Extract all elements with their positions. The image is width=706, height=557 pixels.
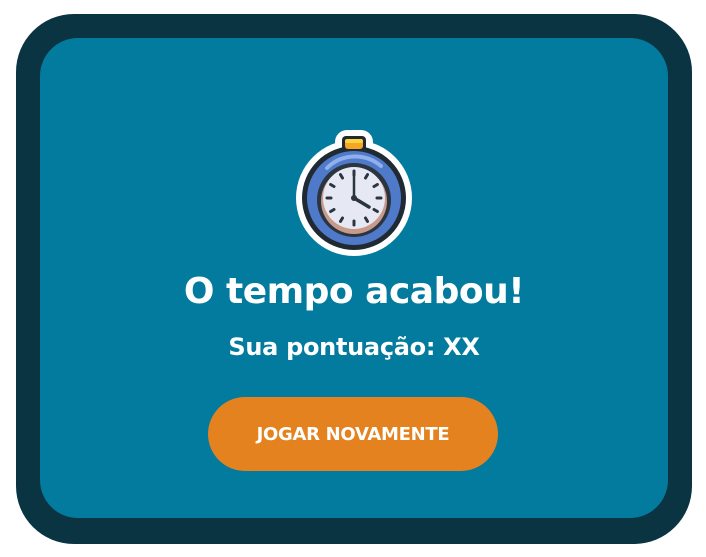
score-text: Sua pontuação: XX <box>228 333 480 361</box>
game-over-dialog-frame: O tempo acabou! Sua pontuação: XX JOGAR … <box>16 14 692 544</box>
stopwatch-icon <box>296 130 412 256</box>
play-again-button[interactable]: JOGAR NOVAMENTE <box>208 397 498 471</box>
game-over-title: O tempo acabou! <box>183 271 525 312</box>
game-over-dialog-panel: O tempo acabou! Sua pontuação: XX JOGAR … <box>40 38 668 518</box>
